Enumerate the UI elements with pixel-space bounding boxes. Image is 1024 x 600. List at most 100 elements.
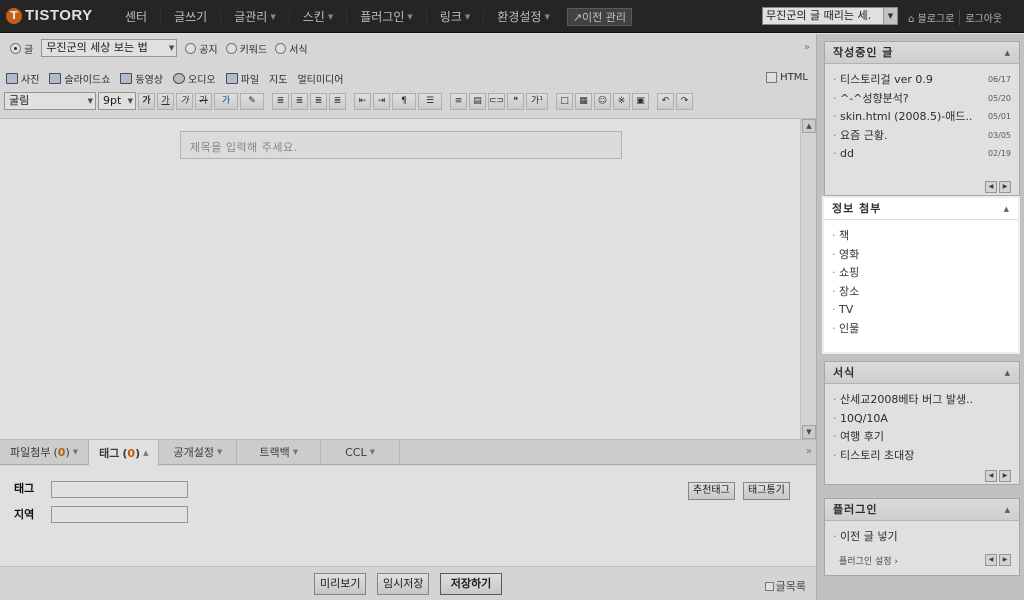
previous-manage-button[interactable]: ↗이전 관리 [566, 7, 633, 26]
collapse-icon[interactable]: ▲ [1005, 499, 1011, 521]
superscript-button[interactable]: 가¹ [526, 92, 548, 110]
list-item[interactable]: 10Q/10A [833, 410, 1011, 429]
video-button[interactable]: 동영상 [120, 71, 163, 86]
logout-link[interactable]: 로그아웃 [959, 10, 1007, 25]
multimedia-button[interactable]: 멀티미디어 [297, 71, 343, 86]
redo-button[interactable]: ↷ [676, 92, 693, 110]
tab-ccl[interactable]: CCL ▼ [321, 440, 401, 465]
post-type-radio-keyword[interactable]: 키워드 [225, 41, 267, 56]
post-list-link[interactable]: 글목록 [764, 578, 806, 594]
list-item[interactable]: 티스토리 초대장 [833, 447, 1011, 466]
quote-button[interactable]: ❝ [507, 92, 524, 110]
scroll-down-icon[interactable]: ▼ [802, 425, 816, 439]
go-to-blog-link[interactable]: ⌂ 블로그로 [903, 10, 959, 25]
map-button[interactable]: 지도 [269, 71, 287, 86]
list-item[interactable]: skin.html (2008.5)-애드.. 05/01 [833, 108, 1011, 127]
list-item[interactable]: dd 02/19 [833, 145, 1011, 164]
photo-button[interactable]: 사진 [6, 71, 39, 86]
prev-page-icon[interactable]: ◀ [985, 470, 997, 482]
table-button[interactable]: ▦ [575, 92, 592, 110]
align-left-button[interactable]: ≣ [272, 92, 289, 110]
special-char-button[interactable]: ※ [613, 92, 630, 110]
list-item[interactable]: 요즘 근황. 03/05 [833, 127, 1011, 146]
collapse-icon[interactable]: ▲ [1005, 362, 1011, 384]
tag-input[interactable] [51, 481, 188, 498]
indent-button[interactable]: ⇥ [373, 92, 390, 110]
nav-settings[interactable]: 환경설정 ▼ [483, 9, 563, 24]
file-button[interactable]: 파일 [225, 71, 259, 86]
post-type-radio-template[interactable]: 서식 [275, 41, 308, 56]
nav-post-manage[interactable]: 글관리 ▼ [220, 9, 289, 24]
prev-page-icon[interactable]: ◀ [985, 181, 997, 193]
editor-scrollbar[interactable]: ▲ ▼ [800, 119, 816, 439]
temp-save-button[interactable]: 임시저장 [377, 573, 430, 595]
nav-plugin[interactable]: 플러그인 ▼ [346, 9, 426, 24]
post-type-radio-post[interactable]: 글 [10, 41, 33, 56]
title-input[interactable]: 제목을 입력해 주세요. [180, 131, 622, 159]
nav-skin[interactable]: 스킨 ▼ [288, 9, 346, 24]
list-item[interactable]: 장소 [832, 283, 1010, 302]
outdent-button[interactable]: ⇤ [354, 92, 371, 110]
audio-button[interactable]: 오디오 [173, 71, 216, 86]
text-color-button[interactable]: 가 [214, 92, 238, 110]
tab-tag[interactable]: 태그 (0) ▲ [89, 440, 160, 466]
underline-button[interactable]: 가 [157, 92, 174, 110]
font-select[interactable]: 굴림 ▼ [4, 92, 96, 110]
prev-page-icon[interactable]: ◀ [985, 554, 997, 566]
next-page-icon[interactable]: ▶ [999, 470, 1011, 482]
box-button[interactable]: ▤ [469, 92, 486, 110]
italic-button[interactable]: 가 [176, 92, 193, 110]
save-button[interactable]: 저장하기 [440, 573, 502, 595]
list-item[interactable]: 인물 [832, 320, 1010, 339]
list-item[interactable]: 책 [832, 227, 1010, 246]
tab-trackback[interactable]: 트랙백 ▼ [237, 440, 322, 465]
tab-file-attach[interactable]: 파일첨부 (0) ▼ [0, 440, 90, 465]
align-center-button[interactable]: ≣ [291, 92, 308, 110]
recommend-tags-button[interactable]: 추천태그 [688, 482, 735, 500]
post-editor[interactable]: 제목을 입력해 주세요. ▲ ▼ [0, 118, 816, 440]
collapse-icon[interactable]: ▲ [1005, 42, 1011, 64]
list-item[interactable]: 산세교2008베타 버그 발생.. [833, 391, 1011, 410]
line-height-button[interactable]: ¶ [392, 92, 416, 110]
nav-write[interactable]: 글쓰기 [160, 9, 220, 24]
location-input[interactable] [51, 506, 188, 523]
next-page-icon[interactable]: ▶ [999, 554, 1011, 566]
list-item[interactable]: 영화 [832, 246, 1010, 265]
emoticon-button[interactable]: ☺ [594, 92, 611, 110]
list-item[interactable]: 쇼핑 [832, 264, 1010, 283]
nav-link[interactable]: 링크 ▼ [425, 9, 483, 24]
align-right-button[interactable]: ≣ [310, 92, 327, 110]
collapse-icon[interactable]: ▲ [1004, 198, 1010, 220]
post-type-radio-notice[interactable]: 공지 [185, 41, 218, 56]
preview-button[interactable]: 미리보기 [314, 573, 367, 595]
list-button[interactable]: ☰ [418, 92, 442, 110]
strikethrough-button[interactable]: 가 [195, 92, 212, 110]
plugin-settings-link[interactable]: 플러그인 설정 › [839, 554, 898, 567]
drafts-title[interactable]: 작성중인 글 ▲ [825, 42, 1019, 64]
info-attach-title[interactable]: 정보 첨부 ▲ [824, 198, 1018, 220]
horizontal-line-button[interactable]: ≡ [450, 92, 467, 110]
category-select[interactable]: 무진군의 세상 보는 법 ▼ [41, 39, 178, 57]
plugins-title[interactable]: 플러그인 ▲ [825, 499, 1019, 521]
collapse-icon[interactable]: » [806, 446, 812, 457]
list-item[interactable]: 여행 후기 [833, 428, 1011, 447]
slideshow-button[interactable]: 슬라이드쇼 [49, 71, 110, 86]
tistory-logo[interactable]: T TISTORY [6, 7, 93, 24]
double-chevron-right-icon[interactable]: » [804, 42, 810, 53]
align-justify-button[interactable]: ≣ [329, 92, 346, 110]
image-button[interactable]: □ [556, 92, 573, 110]
html-mode-checkbox[interactable]: HTML [766, 72, 808, 83]
next-page-icon[interactable]: ▶ [999, 181, 1011, 193]
highlight-color-button[interactable]: ✎ [240, 92, 264, 110]
blog-selector[interactable]: 무진군의 글 때리는 세. ▼ [762, 7, 898, 25]
font-size-select[interactable]: 9pt ▼ [98, 92, 136, 110]
list-item[interactable]: 티스토리걸 ver 0.9 06/17 [833, 71, 1011, 90]
link-button[interactable]: ⊂⊃ [488, 92, 505, 110]
tab-visibility[interactable]: 공개설정 ▼ [159, 440, 238, 465]
list-item[interactable]: 이전 글 넣기 [833, 528, 1011, 547]
source-button[interactable]: ▣ [632, 92, 649, 110]
list-item[interactable]: ^-^성향분석? 05/20 [833, 90, 1011, 109]
undo-button[interactable]: ↶ [657, 92, 674, 110]
view-tags-button[interactable]: 태그통기 [743, 482, 790, 500]
scroll-up-icon[interactable]: ▲ [802, 119, 816, 133]
